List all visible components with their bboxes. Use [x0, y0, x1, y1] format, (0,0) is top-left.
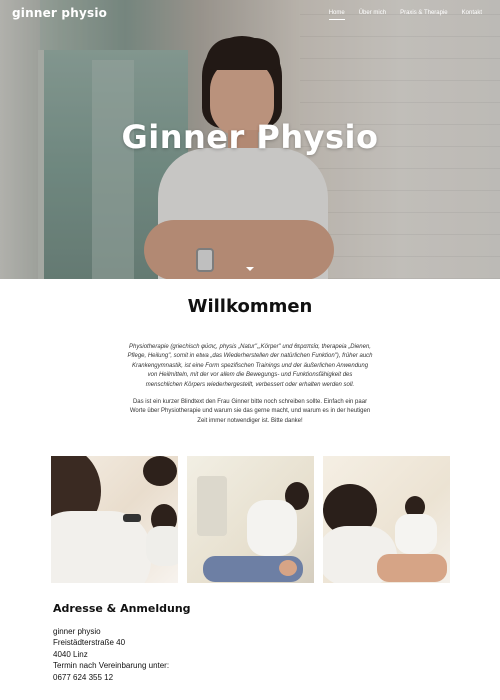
nav-menu: Home Über mich Praxis & Therapie Kontakt [328, 10, 482, 20]
dumbbell-icon [123, 514, 141, 522]
nav-item-home[interactable]: Home [328, 10, 345, 20]
chevron-down-icon[interactable] [246, 267, 254, 271]
photo-therapist-shirt [395, 514, 437, 554]
photo-window [197, 476, 227, 536]
hero-banner: Ginner Physio [0, 0, 500, 279]
site-logo[interactable]: ginner physio [12, 6, 107, 20]
photo-therapist-shirt [247, 500, 297, 556]
photo-massage-therapy[interactable] [187, 456, 314, 583]
welcome-heading: Willkommen [187, 296, 313, 317]
intro-line: Physiotherapie (griechisch φύσις, physis… [129, 344, 371, 350]
photo-training-dumbbells[interactable] [51, 456, 178, 583]
body-line: Zeit immer notwendiger ist. Bitte danke! [197, 417, 303, 424]
photo-patient-arm [377, 554, 447, 582]
body-line: Das ist ein kurzer Blindtext den Frau Gi… [132, 399, 368, 405]
address-line: ginner physio [53, 627, 101, 636]
address-heading: Adresse & Anmeldung [53, 602, 191, 615]
intro-line: Pflege, Heilung", somit in etwa „das Wie… [127, 353, 373, 360]
address-line: Termin nach Vereinbarung unter: [53, 661, 170, 671]
nav-item-kontakt[interactable]: Kontakt [462, 10, 482, 20]
body-paragraph: Das ist ein kurzer Blindtext den Frau Gi… [122, 398, 378, 426]
phone-number[interactable]: 0677 624 355 12 [53, 672, 169, 683]
body-line: Worte über Physiotherapie und warum sie … [129, 408, 371, 415]
intro-paragraph: Physiotherapie (griechisch φύσις, physis… [122, 343, 378, 390]
photo-patient-feet [279, 560, 297, 576]
photo-hair-top [143, 456, 177, 486]
photo-shirt-background [146, 526, 178, 566]
hero-title: Ginner Physio [121, 118, 379, 156]
intro-line: Krankengymnastik, ist eine Form spezifis… [131, 362, 369, 369]
address-block: ginner physio Freistädterstraße 40 4040 … [53, 626, 169, 683]
nav-item-praxis-therapie[interactable]: Praxis & Therapie [400, 10, 448, 20]
photo-gallery [51, 456, 450, 583]
intro-line: menschlichen Körpers wiederhergestellt, … [145, 381, 355, 388]
address-line: 4040 Linz [53, 649, 88, 659]
top-navigation: ginner physio Home Über mich Praxis & Th… [0, 0, 500, 30]
nav-item-ueber-mich[interactable]: Über mich [359, 10, 386, 20]
photo-shoulder-therapy[interactable] [323, 456, 450, 583]
address-line: Freistädterstraße 40 [53, 638, 126, 648]
intro-line: von Heilmitteln, mit der vor allem die B… [147, 372, 353, 379]
